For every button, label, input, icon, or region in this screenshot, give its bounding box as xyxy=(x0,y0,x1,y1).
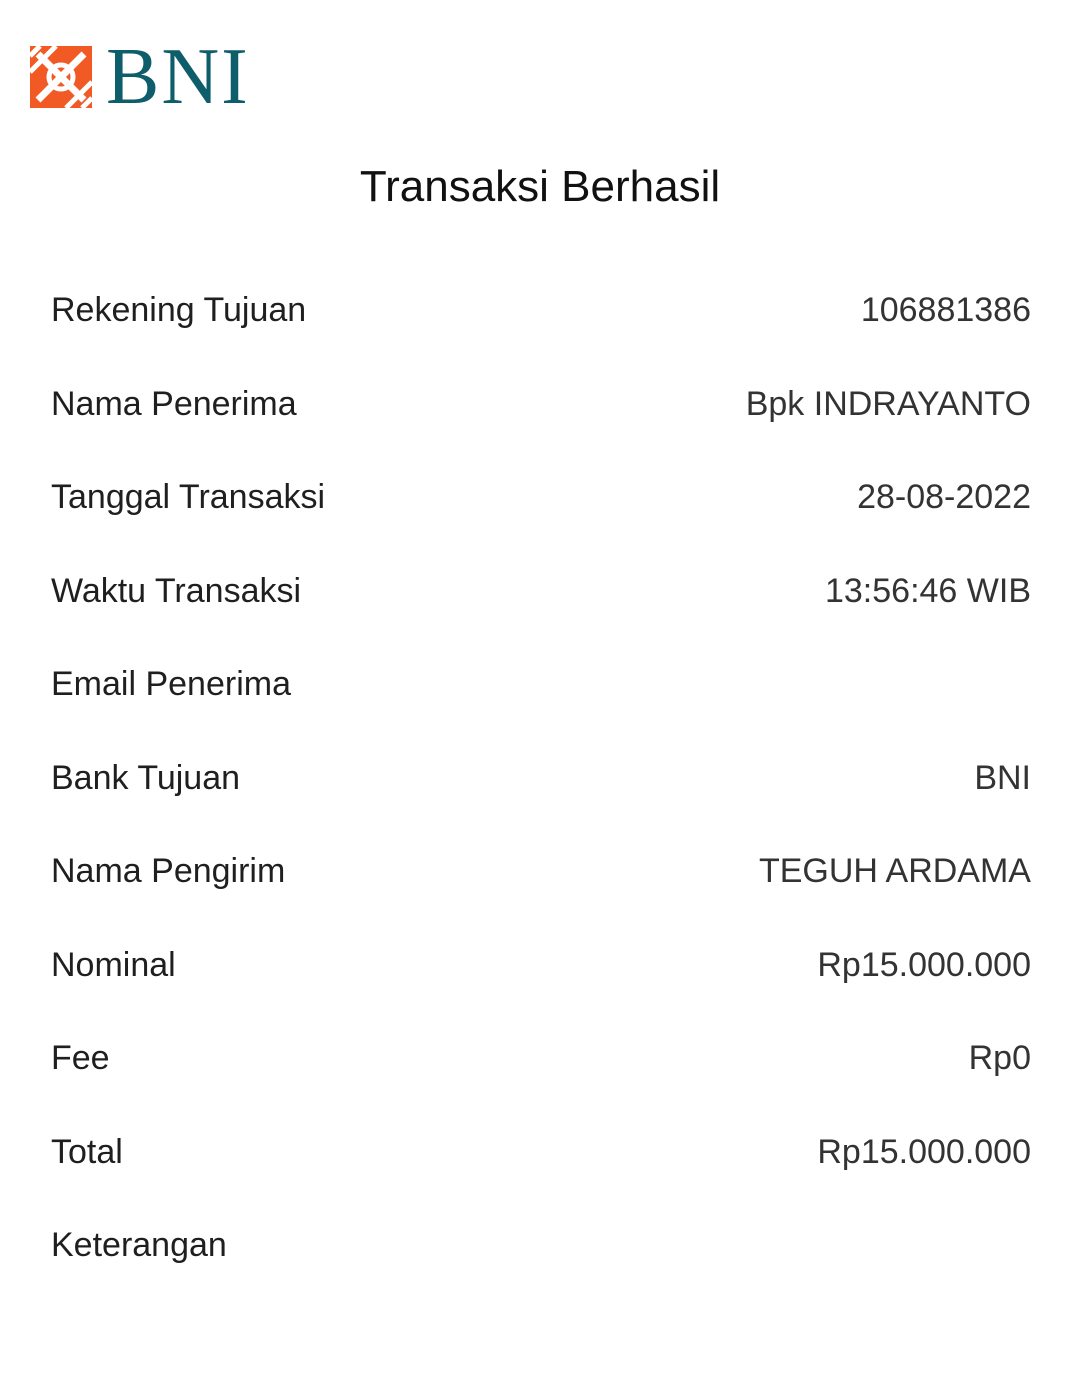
detail-value: Rp0 xyxy=(968,1039,1031,1078)
detail-row-nama-pengirim: Nama Pengirim TEGUH ARDAMA xyxy=(51,825,1031,919)
bni-mark-icon xyxy=(30,46,92,108)
detail-label: Rekening Tujuan xyxy=(51,291,307,330)
detail-value: 28-08-2022 xyxy=(857,478,1031,517)
detail-value: BNI xyxy=(974,758,1031,797)
detail-row-fee: Fee Rp0 xyxy=(51,1012,1031,1106)
detail-label: Bank Tujuan xyxy=(51,758,241,797)
detail-value: 106881386 xyxy=(860,291,1031,330)
bni-logo-text: BNI xyxy=(106,33,250,121)
detail-row-nama-penerima: Nama Penerima Bpk INDRAYANTO xyxy=(51,358,1031,452)
detail-label: Nominal xyxy=(51,945,176,984)
detail-row-rekening-tujuan: Rekening Tujuan 106881386 xyxy=(51,264,1031,358)
detail-value: Rp15.000.000 xyxy=(817,1132,1031,1171)
detail-row-tanggal-transaksi: Tanggal Transaksi 28-08-2022 xyxy=(51,451,1031,545)
detail-value: Rp15.000.000 xyxy=(817,945,1031,984)
detail-row-bank-tujuan: Bank Tujuan BNI xyxy=(51,732,1031,826)
detail-value: Bpk INDRAYANTO xyxy=(745,384,1031,423)
bni-logo: BNI xyxy=(30,33,250,121)
detail-row-nominal: Nominal Rp15.000.000 xyxy=(51,919,1031,1013)
detail-label: Waktu Transaksi xyxy=(51,571,302,610)
transaction-details: Rekening Tujuan 106881386 Nama Penerima … xyxy=(51,264,1031,1293)
page-title: Transaksi Berhasil xyxy=(359,162,721,211)
detail-label: Total xyxy=(51,1132,123,1171)
detail-label: Email Penerima xyxy=(51,665,291,704)
detail-label: Nama Penerima xyxy=(51,384,297,423)
detail-label: Nama Pengirim xyxy=(51,852,286,891)
detail-label: Keterangan xyxy=(51,1226,227,1265)
detail-label: Tanggal Transaksi xyxy=(51,478,326,517)
detail-row-email-penerima: Email Penerima xyxy=(51,638,1031,732)
detail-row-total: Total Rp15.000.000 xyxy=(51,1106,1031,1200)
detail-row-keterangan: Keterangan xyxy=(51,1199,1031,1293)
detail-label: Fee xyxy=(51,1039,110,1078)
detail-value: TEGUH ARDAMA xyxy=(758,852,1031,891)
detail-value: 13:56:46 WIB xyxy=(824,571,1031,610)
detail-row-waktu-transaksi: Waktu Transaksi 13:56:46 WIB xyxy=(51,545,1031,639)
